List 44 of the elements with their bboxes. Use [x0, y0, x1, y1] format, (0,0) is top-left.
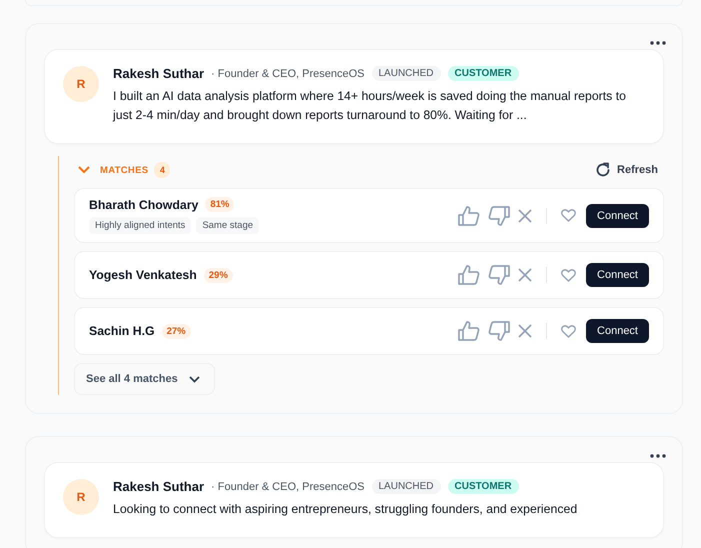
avatar: R	[63, 479, 99, 515]
thumbs-down-icon[interactable]	[488, 265, 510, 285]
author-role: · Founder & CEO, PresenceOS	[211, 480, 364, 492]
thumbs-up-icon[interactable]	[458, 206, 480, 226]
reason-chip: Same stage	[196, 217, 260, 234]
thumbs-up-icon[interactable]	[458, 321, 480, 341]
close-icon[interactable]	[518, 268, 532, 282]
match-score: 27%	[162, 324, 191, 338]
match-score: 81%	[205, 197, 234, 212]
author-role: · Founder & CEO, PresenceOS	[211, 68, 364, 80]
refresh-button[interactable]: Refresh	[595, 162, 658, 178]
tag: CUSTOMER	[448, 66, 519, 81]
thumbs-down-icon[interactable]	[488, 321, 510, 341]
more-options-icon[interactable]	[650, 454, 666, 458]
author-name: Rakesh Suthar	[113, 66, 204, 81]
match-name: Sachin H.G	[89, 324, 155, 338]
tag: CUSTOMER	[448, 479, 519, 494]
tag: LAUNCHED	[372, 479, 441, 494]
heart-icon[interactable]	[561, 268, 576, 282]
post-text: I built an AI data analysis platform where 14+ hours/week is saved doing the manual reports to just 2-4 min/day and brought down reports turnaround to 80%. Waiting for ...	[113, 88, 628, 124]
thumbs-up-icon[interactable]	[458, 265, 480, 285]
match-name: Yogesh Venkatesh	[89, 268, 197, 282]
close-icon[interactable]	[518, 324, 532, 338]
matches-label: MATCHES	[100, 164, 148, 176]
thumbs-down-icon[interactable]	[488, 206, 510, 226]
post-text: Looking to connect with aspiring entrepreneurs, struggling founders, and experienced	[113, 501, 578, 518]
connect-button[interactable]: Connect	[586, 263, 649, 287]
match-name: Bharath Chowdary	[89, 198, 198, 212]
author-name: Rakesh Suthar	[113, 479, 204, 494]
connect-button[interactable]: Connect	[586, 204, 649, 228]
refresh-icon	[595, 162, 612, 178]
heart-icon[interactable]	[561, 324, 576, 338]
heart-icon[interactable]	[561, 209, 576, 222]
avatar: R	[63, 66, 99, 102]
reason-chip: Highly aligned intents	[89, 217, 192, 234]
chevron-down-icon	[188, 376, 200, 382]
more-options-icon[interactable]	[650, 41, 666, 45]
see-all-button[interactable]: See all 4 matches	[74, 363, 215, 395]
match-count: 4	[154, 162, 170, 178]
close-icon[interactable]	[518, 208, 532, 222]
match-score: 29%	[204, 268, 233, 282]
connect-button[interactable]: Connect	[586, 319, 649, 343]
tag: LAUNCHED	[372, 66, 441, 81]
chevron-icon	[78, 166, 90, 174]
